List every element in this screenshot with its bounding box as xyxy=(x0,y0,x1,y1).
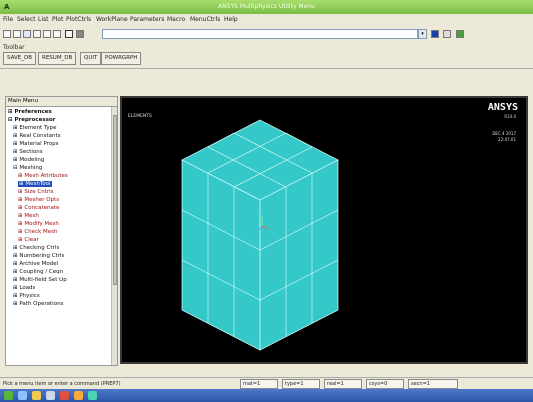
menu-archive-model[interactable]: ⊞ Archive Model xyxy=(13,261,58,267)
main-menu-panel: Main Menu ⊞ Preferences ⊟ Preprocessor ⊞… xyxy=(5,96,118,366)
menu-meshing[interactable]: ⊟ Meshing xyxy=(13,165,42,171)
command-history-icon[interactable] xyxy=(431,30,439,38)
main-menu-scrollbar[interactable] xyxy=(111,107,117,365)
menu-numbering-ctrls[interactable]: ⊞ Numbering Ctrls xyxy=(13,253,64,259)
menu-sections[interactable]: ⊞ Sections xyxy=(13,149,43,155)
menu-workplane[interactable]: WorkPlane xyxy=(96,16,128,23)
window-title: ANSYS Multiphysics Utility Menu xyxy=(218,3,315,10)
resume-db-button[interactable]: RESUM_DB xyxy=(38,52,77,65)
menu-coupling-ceqn[interactable]: ⊞ Coupling / Ceqn xyxy=(13,269,63,275)
status-bar: Pick a menu item or enter a command (PRE… xyxy=(0,377,533,389)
status-mat: mat=1 xyxy=(240,379,278,389)
toolbar-divider xyxy=(0,68,533,69)
app-red-icon[interactable] xyxy=(60,391,69,400)
new-icon[interactable] xyxy=(3,30,11,38)
menu-clear[interactable]: ⊞ Clear xyxy=(18,237,39,243)
menu-plot[interactable]: Plot xyxy=(52,16,63,23)
ansys-task-icon[interactable] xyxy=(88,391,97,400)
main-menu-header: Main Menu xyxy=(6,97,117,107)
version-label: R14.0 xyxy=(504,114,516,119)
menu-material-props[interactable]: ⊞ Material Props xyxy=(13,141,59,147)
start-icon[interactable] xyxy=(4,391,13,400)
menu-element-type[interactable]: ⊞ Element Type xyxy=(13,125,57,131)
title-bar: A ANSYS Multiphysics Utility Menu xyxy=(0,0,533,14)
menu-parameters[interactable]: Parameters xyxy=(130,16,164,23)
status-secn: secn=1 xyxy=(408,379,458,389)
menu-real-constants[interactable]: ⊞ Real Constants xyxy=(13,133,61,139)
powrgrph-button[interactable]: POWRGRPH xyxy=(101,52,142,65)
chevron-down-icon[interactable]: ▾ xyxy=(418,29,427,39)
folder-icon[interactable] xyxy=(32,391,41,400)
mesh-cube-view xyxy=(181,119,339,351)
image-capture-icon[interactable] xyxy=(43,30,51,38)
toolbar-label: Toolbar xyxy=(3,44,25,51)
time-label: 22:47:01 xyxy=(498,137,516,142)
app-orange-icon[interactable] xyxy=(74,391,83,400)
menu-list[interactable]: List xyxy=(38,16,49,23)
status-type: type=1 xyxy=(282,379,320,389)
menu-meshtool[interactable]: ⊞ MeshTool xyxy=(18,181,52,187)
report-icon[interactable] xyxy=(53,30,61,38)
menu-select[interactable]: Select xyxy=(17,16,36,23)
menu-mesh[interactable]: ⊞ Mesh xyxy=(18,213,39,219)
status-prompt: Pick a menu item or enter a command (PRE… xyxy=(3,381,121,387)
menu-preferences[interactable]: ⊞ Preferences xyxy=(8,109,52,115)
menu-mesher-opts[interactable]: ⊞ Mesher Opts xyxy=(18,197,59,203)
taskbar xyxy=(0,389,533,402)
save-icon[interactable] xyxy=(23,30,31,38)
menu-help[interactable]: Help xyxy=(224,16,238,23)
menu-loads[interactable]: ⊞ Loads xyxy=(13,285,35,291)
menu-mesh-attributes[interactable]: ⊞ Mesh Attributes xyxy=(18,173,68,179)
ansys-logo: ANSYS xyxy=(487,102,518,113)
menu-modeling[interactable]: ⊞ Modeling xyxy=(13,157,44,163)
media-icon[interactable] xyxy=(46,391,55,400)
menu-menuctrls[interactable]: MenuCtrls xyxy=(190,16,220,23)
graphics-window[interactable]: ELEMENTS ANSYS R14.0 DEC 4 2017 22:47:01 xyxy=(120,96,528,364)
save-db-button[interactable]: SAVE_DB xyxy=(3,52,36,65)
date-label: DEC 4 2017 xyxy=(492,131,516,136)
element-label: ELEMENTS xyxy=(128,114,152,119)
menu-macro[interactable]: Macro xyxy=(167,16,185,23)
raise-hidden-icon[interactable] xyxy=(456,30,464,38)
menu-check-mesh[interactable]: ⊞ Check Mesh xyxy=(18,229,58,235)
pan-zoom-icon[interactable] xyxy=(33,30,41,38)
status-csys: csys=0 xyxy=(366,379,404,389)
ie-icon[interactable] xyxy=(18,391,27,400)
command-row: ▾ xyxy=(0,26,533,42)
contact-manager-icon[interactable] xyxy=(76,30,84,38)
menu-bar: File Select List Plot PlotCtrls WorkPlan… xyxy=(0,14,533,26)
menu-concatenate[interactable]: ⊞ Concatenate xyxy=(18,205,59,211)
help-icon[interactable] xyxy=(65,30,73,38)
quit-button[interactable]: QUIT xyxy=(80,52,102,65)
scrollbar-thumb[interactable] xyxy=(113,115,117,285)
menu-preprocessor[interactable]: ⊟ Preprocessor xyxy=(8,117,55,123)
open-icon[interactable] xyxy=(13,30,21,38)
menu-plotctrls[interactable]: PlotCtrls xyxy=(66,16,91,23)
status-real: real=1 xyxy=(324,379,362,389)
menu-size-cntrls[interactable]: ⊞ Size Cntrls xyxy=(18,189,54,195)
command-input[interactable] xyxy=(102,29,418,39)
abort-icon[interactable] xyxy=(443,30,451,38)
menu-checking-ctrls[interactable]: ⊞ Checking Ctrls xyxy=(13,245,59,251)
menu-modify-mesh[interactable]: ⊞ Modify Mesh xyxy=(18,221,59,227)
menu-file[interactable]: File xyxy=(3,16,13,23)
menu-physics[interactable]: ⊞ Physics xyxy=(13,293,40,299)
menu-path-operations[interactable]: ⊞ Path Operations xyxy=(13,301,63,307)
menu-multi-field-setup[interactable]: ⊞ Multi-field Set Up xyxy=(13,277,67,283)
